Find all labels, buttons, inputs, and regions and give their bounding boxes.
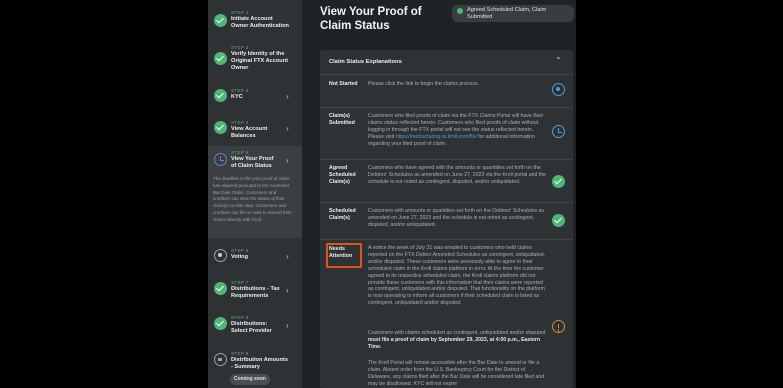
- status-text: A notice the week of July 31 was emailed…: [368, 245, 546, 307]
- status-row-scheduled: Scheduled Claim(s) Customers with amount…: [320, 203, 573, 240]
- warning-icon: [552, 320, 565, 333]
- step-7[interactable]: STEP 7 Distributions - Tax Requirements …: [208, 278, 302, 302]
- step-9[interactable]: STEP 9 Distribution Amounts - Summary: [208, 349, 302, 371]
- step-tag: STEP 2: [231, 45, 249, 50]
- step-title: KYC: [231, 94, 243, 100]
- step-tag: STEP 1: [231, 10, 249, 15]
- status-description: Customers with amounts or quantities set…: [368, 208, 545, 228]
- status-description: The Kroll Portal will remain accessible …: [368, 360, 545, 387]
- step-tag: STEP 7: [231, 280, 249, 285]
- step-tag: STEP 5: [231, 150, 249, 155]
- needs-attention-highlight: [326, 243, 362, 268]
- chevron-up-icon[interactable]: ⌃: [555, 56, 562, 65]
- coming-soon-badge: Coming soon: [230, 374, 270, 385]
- app-window: STEP 1 Initiate Account Owner Authentica…: [208, 0, 576, 388]
- step-1[interactable]: STEP 1 Initiate Account Owner Authentica…: [208, 8, 302, 34]
- step-2[interactable]: STEP 2 Verify Identity of the Original F…: [208, 43, 302, 73]
- step-description: The deadline to file your proof of claim…: [213, 176, 292, 222]
- step-tag: STEP 4: [231, 120, 249, 125]
- chevron-right-icon: ›: [286, 252, 289, 261]
- step-title: Distributions: Select Provider: [231, 321, 272, 334]
- chevron-right-icon: ›: [286, 286, 289, 295]
- step-title: View Your Proof of Claim Status: [231, 156, 274, 169]
- step-tag: STEP 8: [231, 315, 249, 320]
- step-5[interactable]: STEP 5 View Your Proof of Claim Status ›…: [208, 146, 302, 238]
- check-icon: [214, 282, 227, 295]
- deadline-text: must file a proof of claim by September …: [368, 336, 541, 350]
- check-icon: [552, 175, 565, 188]
- page-title: View Your Proof of Claim Status: [320, 6, 422, 32]
- status-row-agreed-scheduled: Agreed Scheduled Claim(s) Customers who …: [320, 160, 573, 203]
- step-4[interactable]: STEP 4 View Account Balances ›: [208, 118, 302, 139]
- status-label: Claim(s) Submitted: [329, 113, 355, 126]
- step-title: Verify Identity of the Original FTX Acco…: [231, 51, 288, 71]
- check-icon: [214, 121, 227, 134]
- step-title: Distributions - Tax Requirements: [231, 286, 280, 299]
- claim-status-explanations-panel: Claim Status Explanations ⌃ Not Started …: [320, 50, 573, 388]
- clock-icon: [214, 153, 227, 166]
- panel-header[interactable]: Claim Status Explanations ⌃: [320, 50, 573, 75]
- status-description: Customers with claims scheduled as conti…: [368, 330, 548, 351]
- check-icon: [214, 52, 227, 65]
- chevron-right-icon: ›: [286, 156, 289, 165]
- step-tag: STEP 9: [231, 351, 249, 356]
- cycle-icon: [552, 125, 565, 138]
- status-row-not-started: Not Started Please click the link to beg…: [320, 75, 573, 108]
- step-title: View Account Balances: [231, 126, 268, 139]
- step-title: Distribution Amounts - Summary: [231, 357, 288, 370]
- chevron-right-icon: ›: [286, 321, 289, 330]
- status-description: Customers who have agreed with the amoun…: [368, 165, 547, 185]
- step-tag: STEP 6: [231, 248, 249, 253]
- status-text: Customers with claims scheduled as conti…: [368, 330, 546, 336]
- lock-icon: [214, 353, 227, 366]
- steps-sidebar: STEP 1 Initiate Account Owner Authentica…: [208, 0, 302, 388]
- step-title: Voting: [231, 254, 248, 260]
- status-dot-icon: [457, 8, 463, 14]
- status-description: A notice the week of July 31 was emailed…: [368, 245, 548, 307]
- panel-heading: Claim Status Explanations: [329, 59, 402, 65]
- kroll-link[interactable]: https://restructuring.ra.kroll.com/ftx/: [396, 134, 477, 140]
- claim-status-badge: Agreed Scheduled Claim, Claim Submitted: [452, 5, 574, 22]
- step-title: Initiate Account Owner Authentication: [231, 16, 289, 29]
- status-row-claims-submitted: Claim(s) Submitted Customers who filed p…: [320, 108, 573, 160]
- status-label: Agreed Scheduled Claim(s): [329, 165, 356, 185]
- status-description: Please click the link to begin the claim…: [368, 81, 480, 87]
- check-icon: [552, 214, 565, 227]
- check-icon: [214, 89, 227, 102]
- pending-icon: [214, 249, 227, 262]
- check-icon: [214, 317, 227, 330]
- status-label: Not Started: [329, 81, 358, 87]
- status-description: Customers who filed proofs of claim via …: [368, 113, 548, 148]
- target-icon[interactable]: [552, 83, 565, 96]
- step-6[interactable]: STEP 6 Voting ›: [208, 246, 302, 264]
- chevron-right-icon: ›: [286, 124, 289, 133]
- step-8[interactable]: STEP 8 Distributions: Select Provider ›: [208, 313, 302, 337]
- status-label: Scheduled Claim(s): [329, 208, 356, 221]
- step-tag: STEP 3: [231, 88, 249, 93]
- check-icon: [214, 14, 227, 27]
- claim-status-text: Agreed Scheduled Claim, Claim Submitted: [467, 7, 547, 20]
- step-3[interactable]: STEP 3 KYC ›: [208, 86, 302, 104]
- chevron-right-icon: ›: [286, 92, 289, 101]
